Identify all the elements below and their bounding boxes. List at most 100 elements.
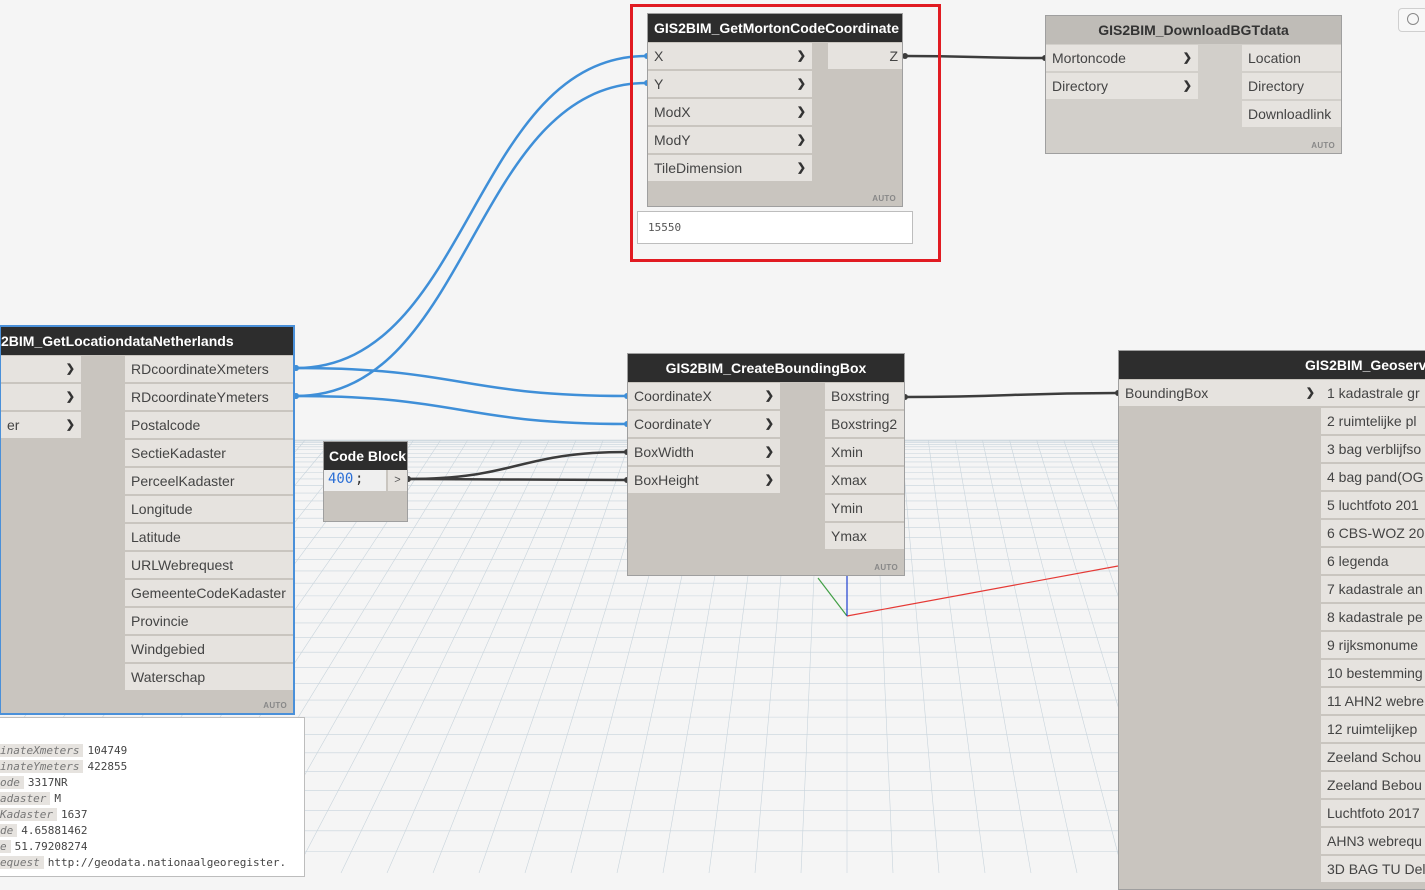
output-port[interactable]: Luchtfoto 2017: [1321, 800, 1425, 826]
output-port[interactable]: Waterschap: [125, 664, 293, 690]
preview-row: e 51.79208274: [0, 839, 87, 854]
output-port[interactable]: URLWebrequest: [125, 552, 293, 578]
grid-line: [478, 439, 631, 873]
input-port-label: Directory: [1052, 78, 1109, 94]
wire-x-to-bbox: [295, 366, 628, 398]
output-port[interactable]: Xmax: [825, 467, 904, 493]
output-port[interactable]: PerceelKadaster: [125, 468, 293, 494]
output-port-label: Downloadlink: [1248, 106, 1332, 122]
node-geoservices[interactable]: GIS2BIM_Geoservi BoundingBox ❯ 1 kadastral…: [1118, 350, 1425, 890]
chevron-right-icon: ❯: [65, 363, 75, 375]
output-port-label: RDcoordinateXmeters: [131, 361, 269, 377]
output-port-label: 10 bestemming: [1327, 665, 1423, 681]
output-port-label: Boxstring: [831, 388, 890, 404]
node-create-bounding-box[interactable]: GIS2BIM_CreateBoundingBox AUTO Coordinat…: [627, 353, 905, 576]
output-port[interactable]: 1 kadastrale gr: [1321, 380, 1425, 406]
grid-line: [927, 439, 986, 873]
output-port[interactable]: Boxstring: [825, 383, 904, 409]
output-port-label: Directory: [1248, 78, 1305, 94]
input-port[interactable]: Directory ❯: [1046, 73, 1198, 99]
preview-value: 4.65881462: [21, 824, 88, 837]
output-port[interactable]: Windgebied: [125, 636, 293, 662]
preview-row: Kadaster 1637: [0, 807, 87, 822]
output-port[interactable]: 4 bag pand(OG: [1321, 464, 1425, 490]
output-port[interactable]: Postalcode: [125, 412, 293, 438]
output-port-label: Zeeland Schou: [1327, 749, 1422, 765]
output-port-label: 9 rijksmonume: [1327, 637, 1419, 653]
output-port[interactable]: Provincie: [125, 608, 293, 634]
node-download-bgt-data[interactable]: GIS2BIM_DownloadBGTdata AUTO Mortoncode ❯…: [1045, 15, 1342, 154]
preview-key: equest: [0, 856, 44, 869]
output-port[interactable]: 3D BAG TU Delt: [1321, 856, 1425, 882]
output-port[interactable]: GemeenteCodeKadaster: [125, 580, 293, 606]
output-port[interactable]: Directory: [1242, 73, 1341, 99]
chevron-right-icon: ❯: [1182, 52, 1192, 64]
output-port[interactable]: Zeeland Schou: [1321, 744, 1425, 770]
output-port-label: Postalcode: [131, 417, 201, 433]
output-port-label: 8 kadastrale pe: [1327, 609, 1423, 625]
output-port-label: 4 bag pand(OG: [1327, 469, 1424, 485]
node-get-locationdata-netherlands[interactable]: 2BIM_GetLocationdataNetherlands AUTO ❯ ❯ e…: [0, 325, 295, 715]
output-port[interactable]: 7 kadastrale an: [1321, 576, 1425, 602]
input-port[interactable]: ❯: [1, 356, 81, 382]
preview-value: 3317NR: [27, 776, 68, 789]
grid-line: [1009, 439, 1124, 873]
node-code-block[interactable]: Code Block 400 ; >: [323, 441, 408, 522]
code-editor[interactable]: 400 ;: [324, 470, 386, 491]
output-port[interactable]: >: [388, 470, 407, 491]
output-port[interactable]: 5 luchtfoto 201: [1321, 492, 1425, 518]
output-port[interactable]: RDcoordinateYmeters: [125, 384, 293, 410]
output-port-label: 2 ruimtelijke pl: [1327, 413, 1417, 429]
input-port[interactable]: er ❯: [1, 412, 81, 438]
input-port[interactable]: CoordinateY ❯: [628, 411, 780, 437]
output-port[interactable]: SectieKadaster: [125, 440, 293, 466]
input-port[interactable]: BoundingBox ❯: [1119, 380, 1321, 406]
output-port[interactable]: Ymax: [825, 523, 904, 549]
output-port[interactable]: Latitude: [125, 524, 293, 550]
input-port[interactable]: Mortoncode ❯: [1046, 45, 1198, 71]
output-port[interactable]: 10 bestemming: [1321, 660, 1425, 686]
output-port[interactable]: 8 kadastrale pe: [1321, 604, 1425, 630]
output-port[interactable]: Boxstring2: [825, 411, 904, 437]
input-port[interactable]: BoxWidth ❯: [628, 439, 780, 465]
input-port[interactable]: CoordinateX ❯: [628, 383, 780, 409]
preview-key: Kadaster: [0, 808, 57, 821]
output-port-label: RDcoordinateYmeters: [131, 389, 269, 405]
output-port[interactable]: Xmin: [825, 439, 904, 465]
output-port[interactable]: 12 ruimtelijkep: [1321, 716, 1425, 742]
output-port[interactable]: 2 ruimtelijke pl: [1321, 408, 1425, 434]
wire-y-to-morton: [295, 81, 648, 398]
output-port[interactable]: Ymin: [825, 495, 904, 521]
output-port[interactable]: Location: [1242, 45, 1341, 71]
preview-value: 104749: [87, 744, 128, 757]
node-title: GIS2BIM_CreateBoundingBox: [628, 354, 904, 382]
output-port[interactable]: RDcoordinateXmeters: [125, 356, 293, 382]
output-port-label: Zeeland Bebou: [1327, 777, 1422, 793]
output-port[interactable]: AHN3 webrequ: [1321, 828, 1425, 854]
output-port-label: URLWebrequest: [131, 557, 234, 573]
output-port-label: Xmin: [831, 444, 863, 460]
output-port[interactable]: Downloadlink: [1242, 101, 1341, 127]
output-port[interactable]: 9 rijksmonume: [1321, 632, 1425, 658]
input-port-label: BoxWidth: [634, 444, 694, 460]
output-port[interactable]: Longitude: [125, 496, 293, 522]
preview-toggle-button[interactable]: [1398, 8, 1425, 32]
input-port[interactable]: BoxHeight ❯: [628, 467, 780, 493]
chevron-right-icon: ❯: [65, 419, 75, 431]
output-port[interactable]: 6 legenda: [1321, 548, 1425, 574]
output-port[interactable]: 6 CBS-WOZ 201: [1321, 520, 1425, 546]
preview-row: adaster M: [0, 791, 61, 806]
wire-code-to-width: [407, 450, 628, 481]
output-port[interactable]: 3 bag verblijfso: [1321, 436, 1425, 462]
input-port[interactable]: ❯: [1, 384, 81, 410]
code-semicolon: ;: [355, 471, 364, 487]
output-port[interactable]: Zeeland Bebou: [1321, 772, 1425, 798]
preview-value: http://geodata.nationaalgeoregister.: [47, 856, 287, 869]
output-port-label: Waterschap: [131, 669, 206, 685]
wire-code-to-height: [407, 477, 628, 482]
preview-key: inateXmeters: [0, 744, 84, 757]
output-port-label: SectieKadaster: [131, 445, 226, 461]
preview-row: inateYmeters 422855: [0, 759, 127, 774]
output-port[interactable]: 11 AHN2 webre: [1321, 688, 1425, 714]
chevron-right-icon: ❯: [764, 446, 774, 458]
